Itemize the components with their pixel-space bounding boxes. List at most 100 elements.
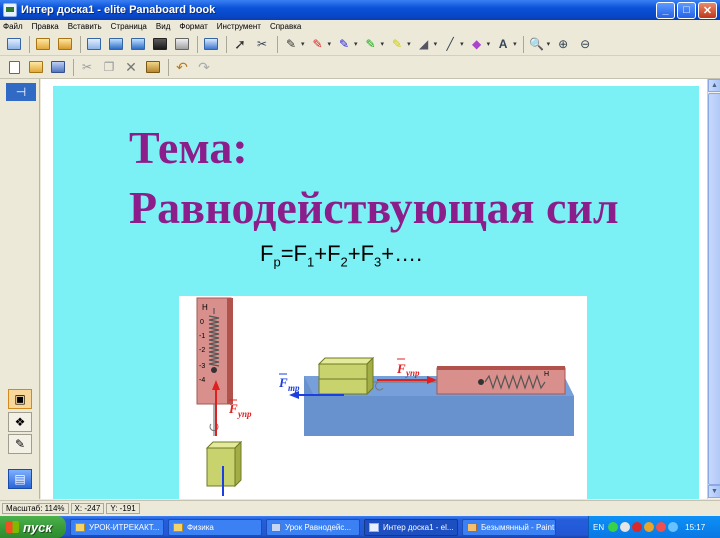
delete-icon[interactable]: ✕ [121,58,141,76]
formula-part: +F [314,241,341,266]
formula-part: +…. [381,241,423,266]
text-icon[interactable]: A [493,35,513,53]
undo-icon[interactable]: ↶ [172,58,192,76]
save-disk-icon[interactable] [48,58,68,76]
paste-icon[interactable] [143,58,163,76]
toolbar-separator [29,35,30,53]
dropdown-arrow[interactable]: ▾ [354,40,358,48]
window-title: Интер доска1 - elite Panaboard book [21,4,216,16]
dropdown-arrow[interactable]: ▾ [328,40,332,48]
language-indicator[interactable]: EN [593,523,604,532]
scissors-icon[interactable]: ✂ [252,35,272,53]
antivirus-icon[interactable] [632,522,643,532]
scale-tick: -1 [199,333,205,340]
elastic-force-arrow-right: F упр [377,358,437,384]
zoom-icon[interactable]: 🔍 [527,35,547,53]
capture-window-icon[interactable] [128,35,148,53]
dropdown-arrow[interactable]: ▾ [487,40,491,48]
scale-tick: -4 [199,377,205,384]
copy-icon[interactable]: ❐ [99,58,119,76]
window-icon [271,522,281,532]
zoom-out-icon[interactable]: ⊖ [575,35,595,53]
formula-part: F [260,241,274,266]
clock[interactable]: 15:17 [685,523,705,532]
scale-tick: 0 [200,319,204,326]
menu-file[interactable]: Файл [3,22,23,31]
attachments-button[interactable]: ✎ [8,434,32,454]
maximize-button[interactable]: □ [677,1,696,19]
redo-icon[interactable]: ↷ [194,58,214,76]
camera-icon[interactable] [84,35,104,53]
toolbar-separator [197,35,198,53]
open-icon[interactable] [33,35,53,53]
dropdown-arrow[interactable]: ▾ [381,40,385,48]
capture-icon[interactable] [106,35,126,53]
menu-view[interactable]: Вид [156,22,170,31]
canvas-area[interactable]: Тема: Равнодействующая сил Fр=F1+F2+F3+…… [41,79,707,499]
slide-title: Тема: Равнодействующая сил [129,118,709,238]
bluetooth-icon[interactable] [668,522,679,532]
menu-insert[interactable]: Вставить [68,22,102,31]
dropdown-arrow[interactable]: ▾ [460,40,464,48]
pen-icon[interactable]: ✎ [281,35,301,53]
scroll-up-button[interactable]: ▲ [708,79,720,92]
windows-logo-icon [6,521,19,533]
resultant-formula: Fр=F1+F2+F3+…. [260,241,422,269]
print-icon[interactable] [172,35,192,53]
start-button[interactable]: пуск [0,516,66,538]
dropdown-arrow[interactable]: ▾ [547,40,551,48]
slide[interactable]: Тема: Равнодействующая сил Fр=F1+F2+F3+…… [53,86,699,499]
taskbar-item-paint[interactable]: Безымянный - Paint [462,518,556,536]
folder-button[interactable]: ▤ [8,469,32,489]
dropdown-arrow[interactable]: ▾ [513,40,517,48]
menu-page[interactable]: Страница [111,22,147,31]
close-button[interactable]: ✕ [698,1,717,19]
dropdown-arrow[interactable]: ▾ [434,40,438,48]
pin-icon[interactable]: ⊣ [6,83,36,101]
open-folder-icon[interactable] [26,58,46,76]
x-coordinate: X: -247 [70,503,105,514]
network-icon[interactable] [608,522,619,532]
taskbar-item-urok[interactable]: УРОК-ИТРЕКАКТ... [70,518,164,536]
pen-red-icon[interactable]: ✎ [308,35,328,53]
zoom-in-icon[interactable]: ⊕ [553,35,573,53]
vertical-scrollbar[interactable]: ▲ ▼ [707,79,720,499]
menu-format[interactable]: Формат [179,22,207,31]
select-arrow-icon[interactable]: ➚ [230,35,250,53]
force-diagram: Н 0 -1 -2 -3 -4 F упр F тр Н F упр [179,296,587,499]
edit-toolbar: ✂ ❐ ✕ ↶ ↷ [0,56,720,79]
scroll-down-button[interactable]: ▼ [708,485,720,498]
taskbar-item-panaboard[interactable]: Интер доска1 - el... [364,518,458,536]
fill-icon[interactable]: ◆ [467,35,487,53]
taskbar-item-lesson[interactable]: Урок Равнодейс... [266,518,360,536]
minimize-button[interactable]: _ [656,1,675,19]
save-icon[interactable] [55,35,75,53]
page-thumbnail-button[interactable]: ▣ [8,389,32,409]
objects-panel-button[interactable]: ❖ [8,412,32,432]
menu-tools[interactable]: Инструмент [217,22,261,31]
new-doc-icon[interactable] [4,58,24,76]
scroll-thumb[interactable] [708,93,720,485]
security-icon[interactable] [656,522,667,532]
capture-area-icon[interactable] [150,35,170,53]
pen-blue-icon[interactable]: ✎ [334,35,354,53]
taskbar: пуск УРОК-ИТРЕКАКТ... Физика Урок Равнод… [0,516,720,538]
update-icon[interactable] [644,522,655,532]
slide-title-line2: Равнодействующая сил [129,182,619,233]
force-diagram-svg: Н 0 -1 -2 -3 -4 F упр F тр Н F упр [196,297,574,496]
dropdown-arrow[interactable]: ▾ [407,40,411,48]
cut-icon[interactable]: ✂ [77,58,97,76]
formula-sub: 2 [340,254,348,270]
dropdown-arrow[interactable]: ▾ [301,40,305,48]
eraser-icon[interactable]: ◢ [414,35,434,53]
system-tray: EN 15:17 [588,516,720,538]
menu-edit[interactable]: Правка [32,22,59,31]
line-icon[interactable]: ╱ [440,35,460,53]
new-page-icon[interactable] [4,35,24,53]
volume-icon[interactable] [620,522,631,532]
menu-help[interactable]: Справка [270,22,301,31]
taskbar-item-physics[interactable]: Физика [168,518,262,536]
pen-green-icon[interactable]: ✎ [361,35,381,53]
highlighter-icon[interactable]: ✎ [387,35,407,53]
mail-icon[interactable] [201,35,221,53]
